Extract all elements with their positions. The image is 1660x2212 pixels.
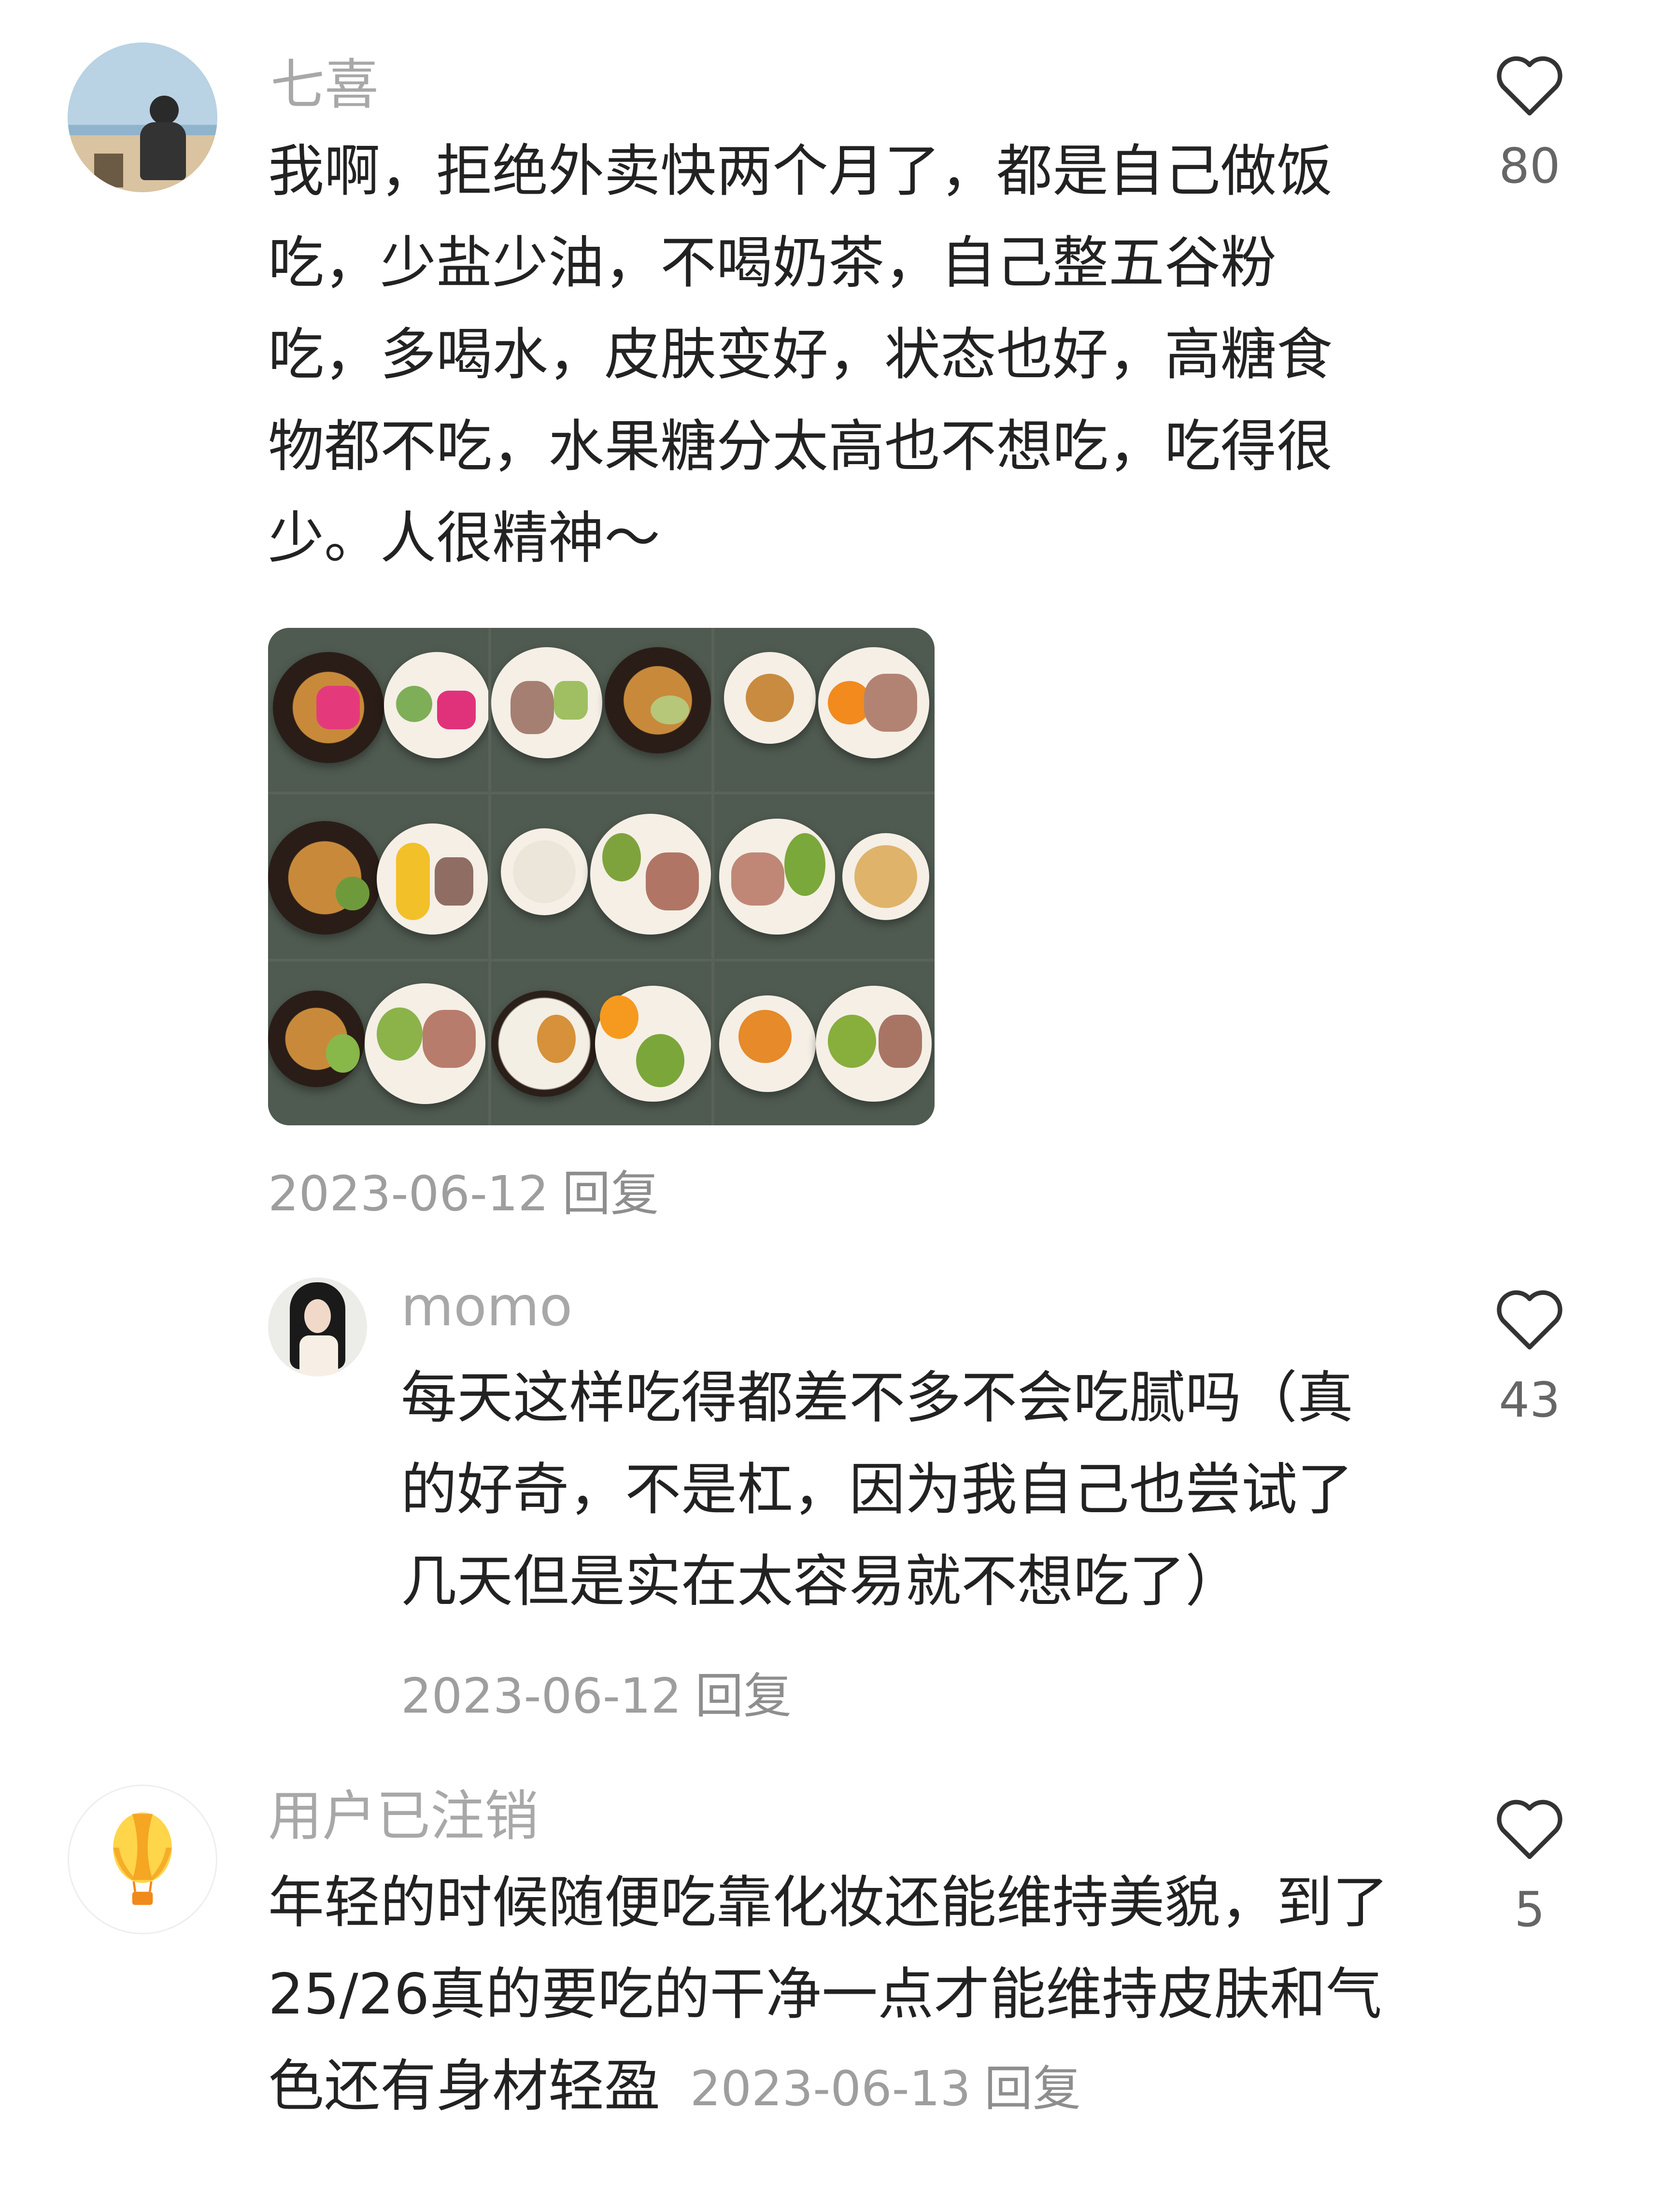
reply-button[interactable]: 回复 — [984, 2060, 1081, 2117]
username[interactable]: 用户已注销 — [268, 1787, 539, 1846]
photo-tile — [714, 628, 935, 792]
avatar[interactable] — [68, 43, 217, 192]
photo-tile — [268, 794, 488, 959]
heart-outline-icon — [1497, 56, 1562, 116]
reply-item: momo 每天这样吃得都差不多不会吃腻吗（真的好奇，不是杠，因为我自己也尝试了几… — [0, 1232, 1660, 1763]
hot-air-balloon-icon — [113, 1812, 172, 1905]
avatar[interactable] — [268, 1277, 367, 1376]
photo-tile — [268, 628, 488, 792]
comment-meta: 2023-06-13 回复 — [675, 2060, 1081, 2117]
heart-outline-icon — [1497, 1290, 1562, 1350]
comment-meta: 2023-06-12 回复 — [401, 1657, 792, 1727]
comment-meta: 2023-06-12 回复 — [268, 1154, 659, 1224]
photo-tile — [491, 794, 711, 959]
photo-tile — [714, 961, 935, 1125]
reply-button[interactable]: 回复 — [695, 1668, 792, 1724]
comment-date: 2023-06-12 — [268, 1165, 549, 1222]
like-button[interactable]: 80 — [1489, 51, 1571, 194]
comment-text: 我啊，拒绝外卖快两个月了，都是自己做饭吃，少盐少油，不喝奶茶，自己整五谷粉吃，多… — [268, 139, 1333, 571]
comment-photo[interactable] — [268, 628, 935, 1125]
avatar[interactable] — [68, 1785, 217, 1934]
username[interactable]: momo — [401, 1277, 572, 1337]
photo-tile — [491, 628, 711, 792]
photo-tile — [714, 794, 935, 959]
comment-text: 年轻的时候随便吃靠化妆还能维持美貌，到了25/26真的要吃的干净一点才能维持皮肤… — [268, 1857, 1389, 2135]
username[interactable]: 七喜 — [270, 55, 379, 115]
comment-date: 2023-06-13 — [690, 2060, 971, 2117]
comment-item: 用户已注销 年轻的时候随便吃靠化妆还能维持美貌，到了25/26真的要吃的干净一点… — [0, 1763, 1660, 2212]
comment-item: 七喜 我啊，拒绝外卖快两个月了，都是自己做饭吃，少盐少油，不喝奶茶，自己整五谷粉… — [0, 0, 1660, 1232]
comment-date: 2023-06-12 — [401, 1668, 682, 1724]
heart-outline-icon — [1497, 1800, 1562, 1859]
like-button[interactable]: 43 — [1489, 1285, 1571, 1428]
like-button[interactable]: 5 — [1489, 1794, 1571, 1938]
comment-text: 每天这样吃得都差不多不会吃腻吗（真的好奇，不是杠，因为我自己也尝试了几天但是实在… — [401, 1365, 1353, 1614]
photo-tile — [491, 961, 711, 1125]
photo-tile — [268, 961, 488, 1125]
like-count: 5 — [1514, 1881, 1545, 1938]
like-count: 80 — [1499, 138, 1561, 194]
like-count: 43 — [1499, 1372, 1561, 1428]
reply-button[interactable]: 回复 — [562, 1165, 659, 1222]
